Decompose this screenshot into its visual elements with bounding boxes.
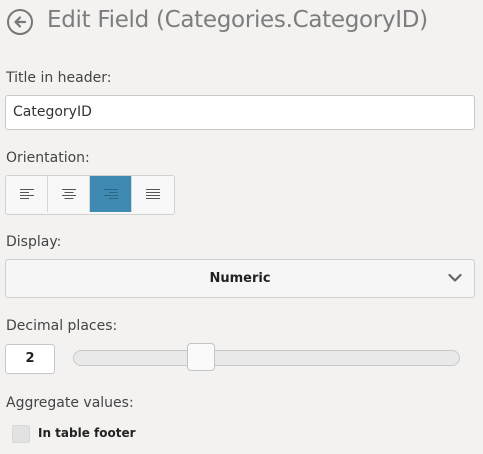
orientation-label: Orientation: xyxy=(6,150,90,166)
align-right-icon xyxy=(103,189,118,199)
align-left-icon xyxy=(19,189,34,199)
title-in-header-label: Title in header: xyxy=(6,70,112,86)
back-arrow-circle-icon xyxy=(14,16,27,28)
aggregate-values-label: Aggregate values: xyxy=(6,395,134,411)
decimal-places-slider[interactable] xyxy=(73,350,460,366)
back-button[interactable] xyxy=(7,9,33,35)
in-table-footer-label: In table footer xyxy=(38,426,136,440)
align-center-button[interactable] xyxy=(48,176,90,212)
title-in-header-input[interactable]: CategoryID xyxy=(5,95,475,130)
page-title: Edit Field (Categories.CategoryID) xyxy=(47,7,428,33)
in-table-footer-checkbox[interactable] xyxy=(12,425,30,443)
decimal-places-label: Decimal places: xyxy=(6,318,118,334)
slider-thumb[interactable] xyxy=(187,343,215,371)
align-justify-button[interactable] xyxy=(132,176,174,212)
orientation-button-group xyxy=(5,175,175,215)
align-left-button[interactable] xyxy=(6,176,48,212)
align-center-icon xyxy=(61,189,76,199)
decimal-places-input[interactable]: 2 xyxy=(5,344,55,374)
align-right-button[interactable] xyxy=(90,176,132,212)
chevron-down-icon xyxy=(448,273,462,282)
display-selected-value: Numeric xyxy=(209,271,271,286)
display-select[interactable]: Numeric xyxy=(5,259,475,298)
align-justify-icon xyxy=(146,189,160,199)
display-label: Display: xyxy=(6,234,62,250)
header: Edit Field (Categories.CategoryID) xyxy=(0,0,483,48)
